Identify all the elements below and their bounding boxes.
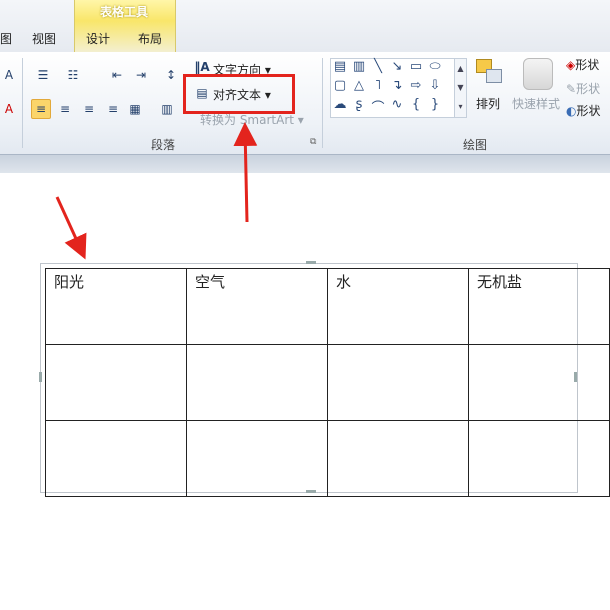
table-cell[interactable] bbox=[468, 344, 610, 421]
table-cell[interactable] bbox=[327, 344, 469, 421]
arrow-to-table bbox=[55, 196, 87, 260]
table-resize-handle-left[interactable] bbox=[39, 372, 42, 382]
table-cell[interactable] bbox=[186, 420, 328, 497]
table-cell[interactable] bbox=[45, 344, 187, 421]
data-table: 阳光 空气 水 无机盐 bbox=[45, 268, 610, 497]
arrow-to-align-text bbox=[233, 122, 258, 223]
table-row bbox=[45, 344, 610, 421]
table-cell[interactable] bbox=[327, 420, 469, 497]
table-cell[interactable]: 无机盐 bbox=[468, 268, 610, 345]
table-cell[interactable]: 空气 bbox=[186, 268, 328, 345]
table-row bbox=[45, 420, 610, 497]
table-cell[interactable] bbox=[186, 344, 328, 421]
table-cell[interactable]: 阳光 bbox=[45, 268, 187, 345]
table-cell[interactable] bbox=[468, 420, 610, 497]
table-row: 阳光 空气 水 无机盐 bbox=[45, 268, 610, 345]
table-cell[interactable]: 水 bbox=[327, 268, 469, 345]
table-resize-handle-top[interactable] bbox=[306, 261, 316, 264]
table-cell[interactable] bbox=[45, 420, 187, 497]
